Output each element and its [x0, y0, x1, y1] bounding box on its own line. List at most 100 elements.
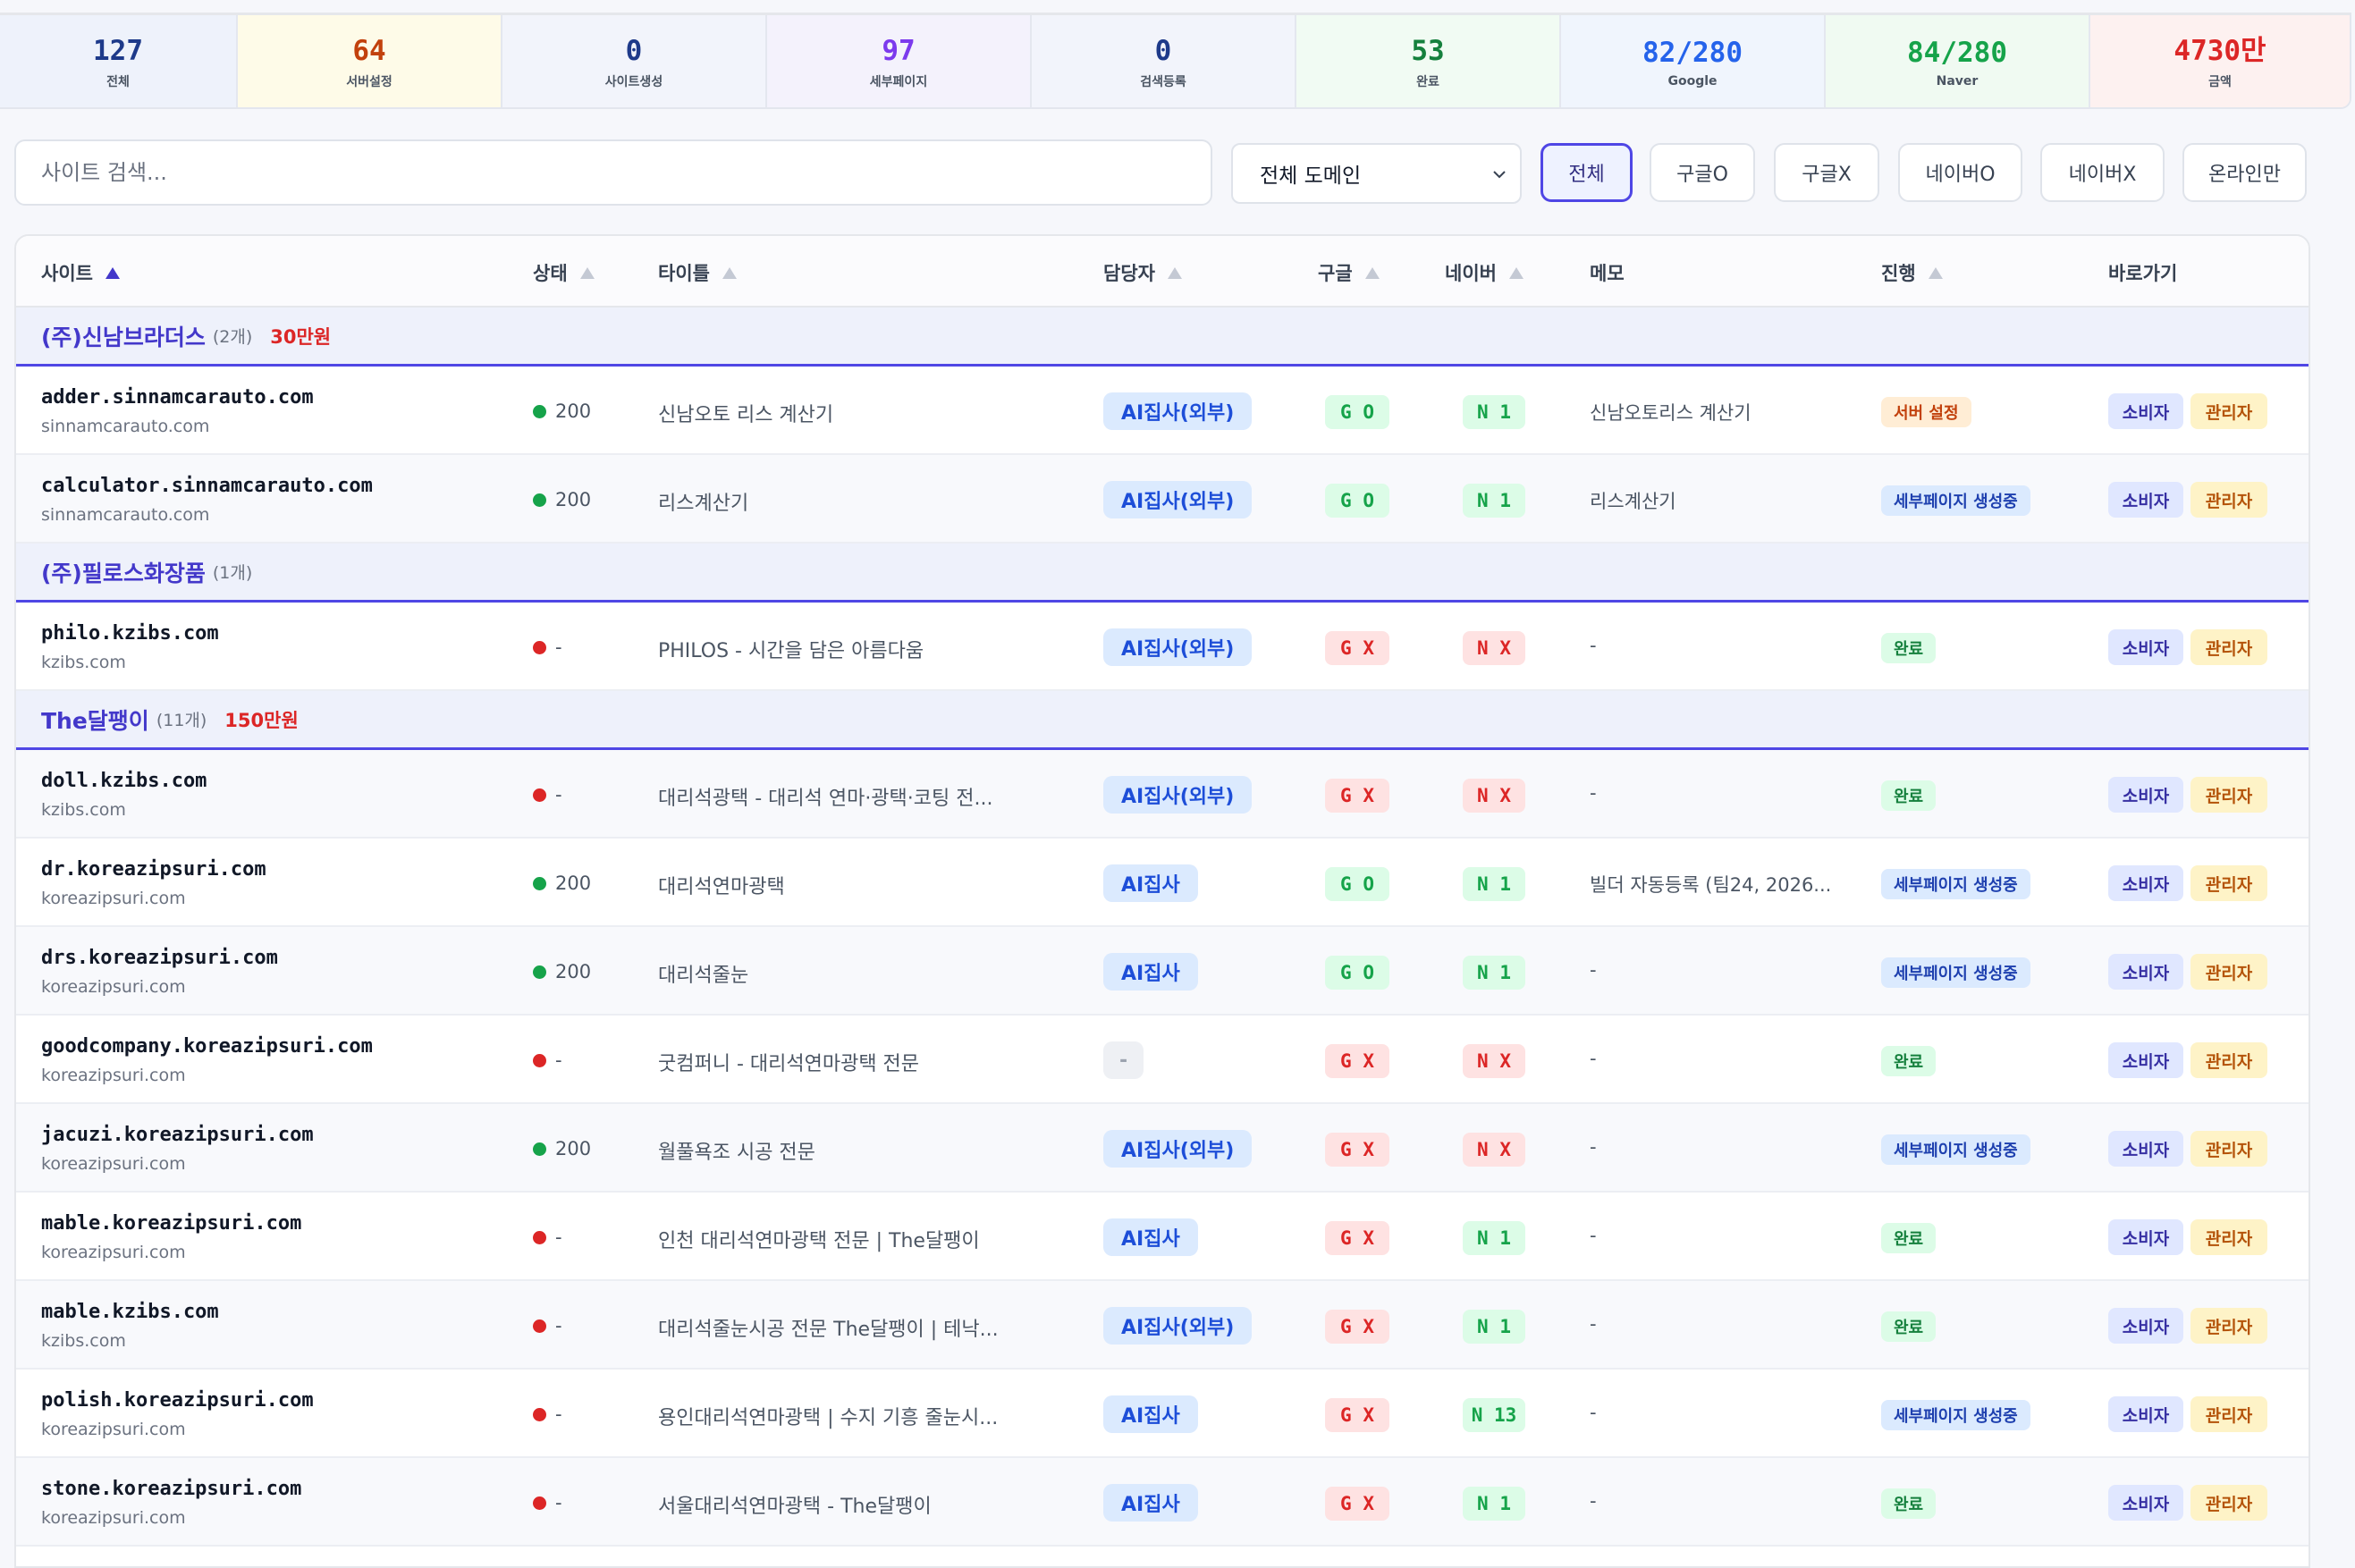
filter-naver-o-button[interactable]: 네이버O [1898, 143, 2022, 202]
table-row[interactable]: goodcompany.koreazipsuri.com koreazipsuri… [16, 1016, 2309, 1104]
admin-link-button[interactable]: 관리자 [2190, 1485, 2267, 1521]
manager-badge[interactable]: AI집사(외부) [1103, 392, 1253, 430]
admin-link-button[interactable]: 관리자 [2190, 1396, 2267, 1432]
table-row[interactable]: doll.kzibs.com kzibs.com - 대리석광택 - 대리석 연마·광… [16, 750, 2309, 839]
table-row[interactable]: jacuzi.koreazipsuri.com koreazipsuri.com 2… [16, 1104, 2309, 1193]
memo[interactable]: - [1590, 635, 1597, 656]
consumer-link-button[interactable]: 소비자 [2108, 482, 2183, 518]
site-name[interactable]: adder.sinnamcarauto.com [41, 386, 314, 409]
site-name[interactable]: mable.kzibs.com [41, 1301, 219, 1323]
consumer-link-button[interactable]: 소비자 [2108, 1042, 2183, 1078]
column-header-manager[interactable]: 담당자 [1103, 259, 1182, 286]
consumer-link-button[interactable]: 소비자 [2108, 629, 2183, 665]
consumer-link-button[interactable]: 소비자 [2108, 1308, 2183, 1344]
table-row[interactable]: mable.kzibs.com kzibs.com - 대리석줄눈시공 전문 The달… [16, 1281, 2309, 1370]
consumer-link-button[interactable]: 소비자 [2108, 393, 2183, 429]
admin-link-button[interactable]: 관리자 [2190, 482, 2267, 518]
manager-badge[interactable]: AI집사 [1103, 1218, 1198, 1256]
column-header-progress[interactable]: 진행 [1881, 259, 1943, 286]
site-name[interactable]: stone.koreazipsuri.com [41, 1478, 301, 1500]
consumer-link-button[interactable]: 소비자 [2108, 1219, 2183, 1255]
manager-badge[interactable]: AI집사(외부) [1103, 628, 1253, 666]
manager-badge[interactable]: - [1103, 1041, 1144, 1079]
manager-badge[interactable]: AI집사 [1103, 864, 1198, 902]
consumer-link-button[interactable]: 소비자 [2108, 1131, 2183, 1167]
table-row[interactable]: mable.koreazipsuri.com koreazipsuri.com - 인… [16, 1193, 2309, 1281]
memo[interactable]: 리스계산기 [1590, 487, 1676, 514]
memo[interactable]: - [1590, 1313, 1597, 1335]
filter-online-only-button[interactable]: 온라인만 [2182, 143, 2307, 202]
consumer-link-button[interactable]: 소비자 [2108, 954, 2183, 990]
manager-badge[interactable]: AI집사(외부) [1103, 1130, 1253, 1168]
manager-badge[interactable]: AI집사(외부) [1103, 481, 1253, 518]
group-name[interactable]: (주)필로스화장품 [41, 556, 206, 588]
consumer-link-button[interactable]: 소비자 [2108, 1396, 2183, 1432]
filter-naver-x-button[interactable]: 네이버X [2040, 143, 2165, 202]
admin-link-button[interactable]: 관리자 [2190, 629, 2267, 665]
admin-link-button[interactable]: 관리자 [2190, 777, 2267, 813]
consumer-link-button[interactable]: 소비자 [2108, 865, 2183, 901]
memo[interactable]: - [1590, 782, 1597, 804]
admin-link-button[interactable]: 관리자 [2190, 393, 2267, 429]
site-name[interactable]: calculator.sinnamcarauto.com [41, 475, 373, 497]
site-name[interactable]: mable.koreazipsuri.com [41, 1212, 301, 1235]
column-header-site[interactable]: 사이트 [41, 259, 120, 286]
group-name[interactable]: The달팽이 [41, 704, 149, 736]
column-header-google[interactable]: 구글 [1318, 259, 1380, 286]
admin-link-button[interactable]: 관리자 [2190, 1308, 2267, 1344]
sort-asc-icon [105, 266, 120, 279]
column-header-title[interactable]: 타이틀 [658, 259, 737, 286]
google-badge: G X [1325, 1310, 1389, 1344]
manager-badge[interactable]: AI집사(외부) [1103, 776, 1253, 814]
stat-card: 82/280 Google [1561, 15, 1826, 107]
filter-google-x-button[interactable]: 구글X [1774, 143, 1879, 202]
column-header-memo: 메모 [1590, 263, 1625, 284]
table-row[interactable]: calculator.sinnamcarauto.com sinnamcaraut… [16, 455, 2309, 544]
table-row[interactable]: philo.kzibs.com kzibs.com - PHILOS - 시간을 담은… [16, 603, 2309, 691]
search-input[interactable] [14, 139, 1212, 206]
table-header: 사이트 상태 타이틀 담당자 구글 네이버 메모 진행 바로가기 [16, 236, 2309, 308]
domain-select[interactable]: 전체 도메인 [1231, 143, 1522, 204]
site-name[interactable]: polish.koreazipsuri.com [41, 1389, 314, 1412]
status-code: - [555, 1315, 562, 1336]
admin-link-button[interactable]: 관리자 [2190, 865, 2267, 901]
memo[interactable]: - [1590, 1136, 1597, 1158]
status-cell: - [533, 1315, 562, 1336]
manager-badge[interactable]: AI집사(외부) [1103, 1307, 1253, 1345]
admin-link-button[interactable]: 관리자 [2190, 1219, 2267, 1255]
group-name[interactable]: (주)신남브라더스 [41, 320, 206, 352]
site-name[interactable]: drs.koreazipsuri.com [41, 947, 278, 969]
memo[interactable]: 빌더 자동등록 (팀24, 2026... [1590, 871, 1831, 898]
memo[interactable]: - [1590, 959, 1597, 981]
table-row[interactable]: stone.koreazipsuri.com koreazipsuri.com - 서… [16, 1458, 2309, 1547]
memo[interactable]: - [1590, 1048, 1597, 1069]
manager-badge[interactable]: AI집사 [1103, 1484, 1198, 1522]
filter-all-button[interactable]: 전체 [1540, 143, 1633, 202]
table-row[interactable]: polish.koreazipsuri.com koreazipsuri.com -… [16, 1370, 2309, 1458]
site-domain: kzibs.com [41, 653, 126, 672]
site-name[interactable]: jacuzi.koreazipsuri.com [41, 1124, 314, 1146]
memo[interactable]: - [1590, 1225, 1597, 1246]
table-row[interactable]: drs.koreazipsuri.com koreazipsuri.com 200 대… [16, 927, 2309, 1016]
filter-google-o-button[interactable]: 구글O [1650, 143, 1755, 202]
site-name[interactable]: doll.kzibs.com [41, 770, 207, 792]
table-row[interactable]: dr.koreazipsuri.com koreazipsuri.com 200 대리… [16, 839, 2309, 927]
status-cell: - [533, 784, 562, 805]
manager-badge[interactable]: AI집사 [1103, 1395, 1198, 1433]
memo[interactable]: 신남오토리스 계산기 [1590, 399, 1751, 426]
site-name[interactable]: goodcompany.koreazipsuri.com [41, 1035, 373, 1058]
stat-card: 0 사이트생성 [502, 15, 767, 107]
table-row[interactable]: adder.sinnamcarauto.com sinnamcarauto.com… [16, 367, 2309, 455]
site-name[interactable]: dr.koreazipsuri.com [41, 858, 266, 881]
memo[interactable]: - [1590, 1490, 1597, 1512]
admin-link-button[interactable]: 관리자 [2190, 1042, 2267, 1078]
admin-link-button[interactable]: 관리자 [2190, 1131, 2267, 1167]
admin-link-button[interactable]: 관리자 [2190, 954, 2267, 990]
site-name[interactable]: philo.kzibs.com [41, 622, 219, 645]
memo[interactable]: - [1590, 1402, 1597, 1423]
consumer-link-button[interactable]: 소비자 [2108, 1485, 2183, 1521]
column-header-status[interactable]: 상태 [533, 259, 595, 286]
column-header-naver[interactable]: 네이버 [1445, 259, 1524, 286]
consumer-link-button[interactable]: 소비자 [2108, 777, 2183, 813]
manager-badge[interactable]: AI집사 [1103, 953, 1198, 991]
